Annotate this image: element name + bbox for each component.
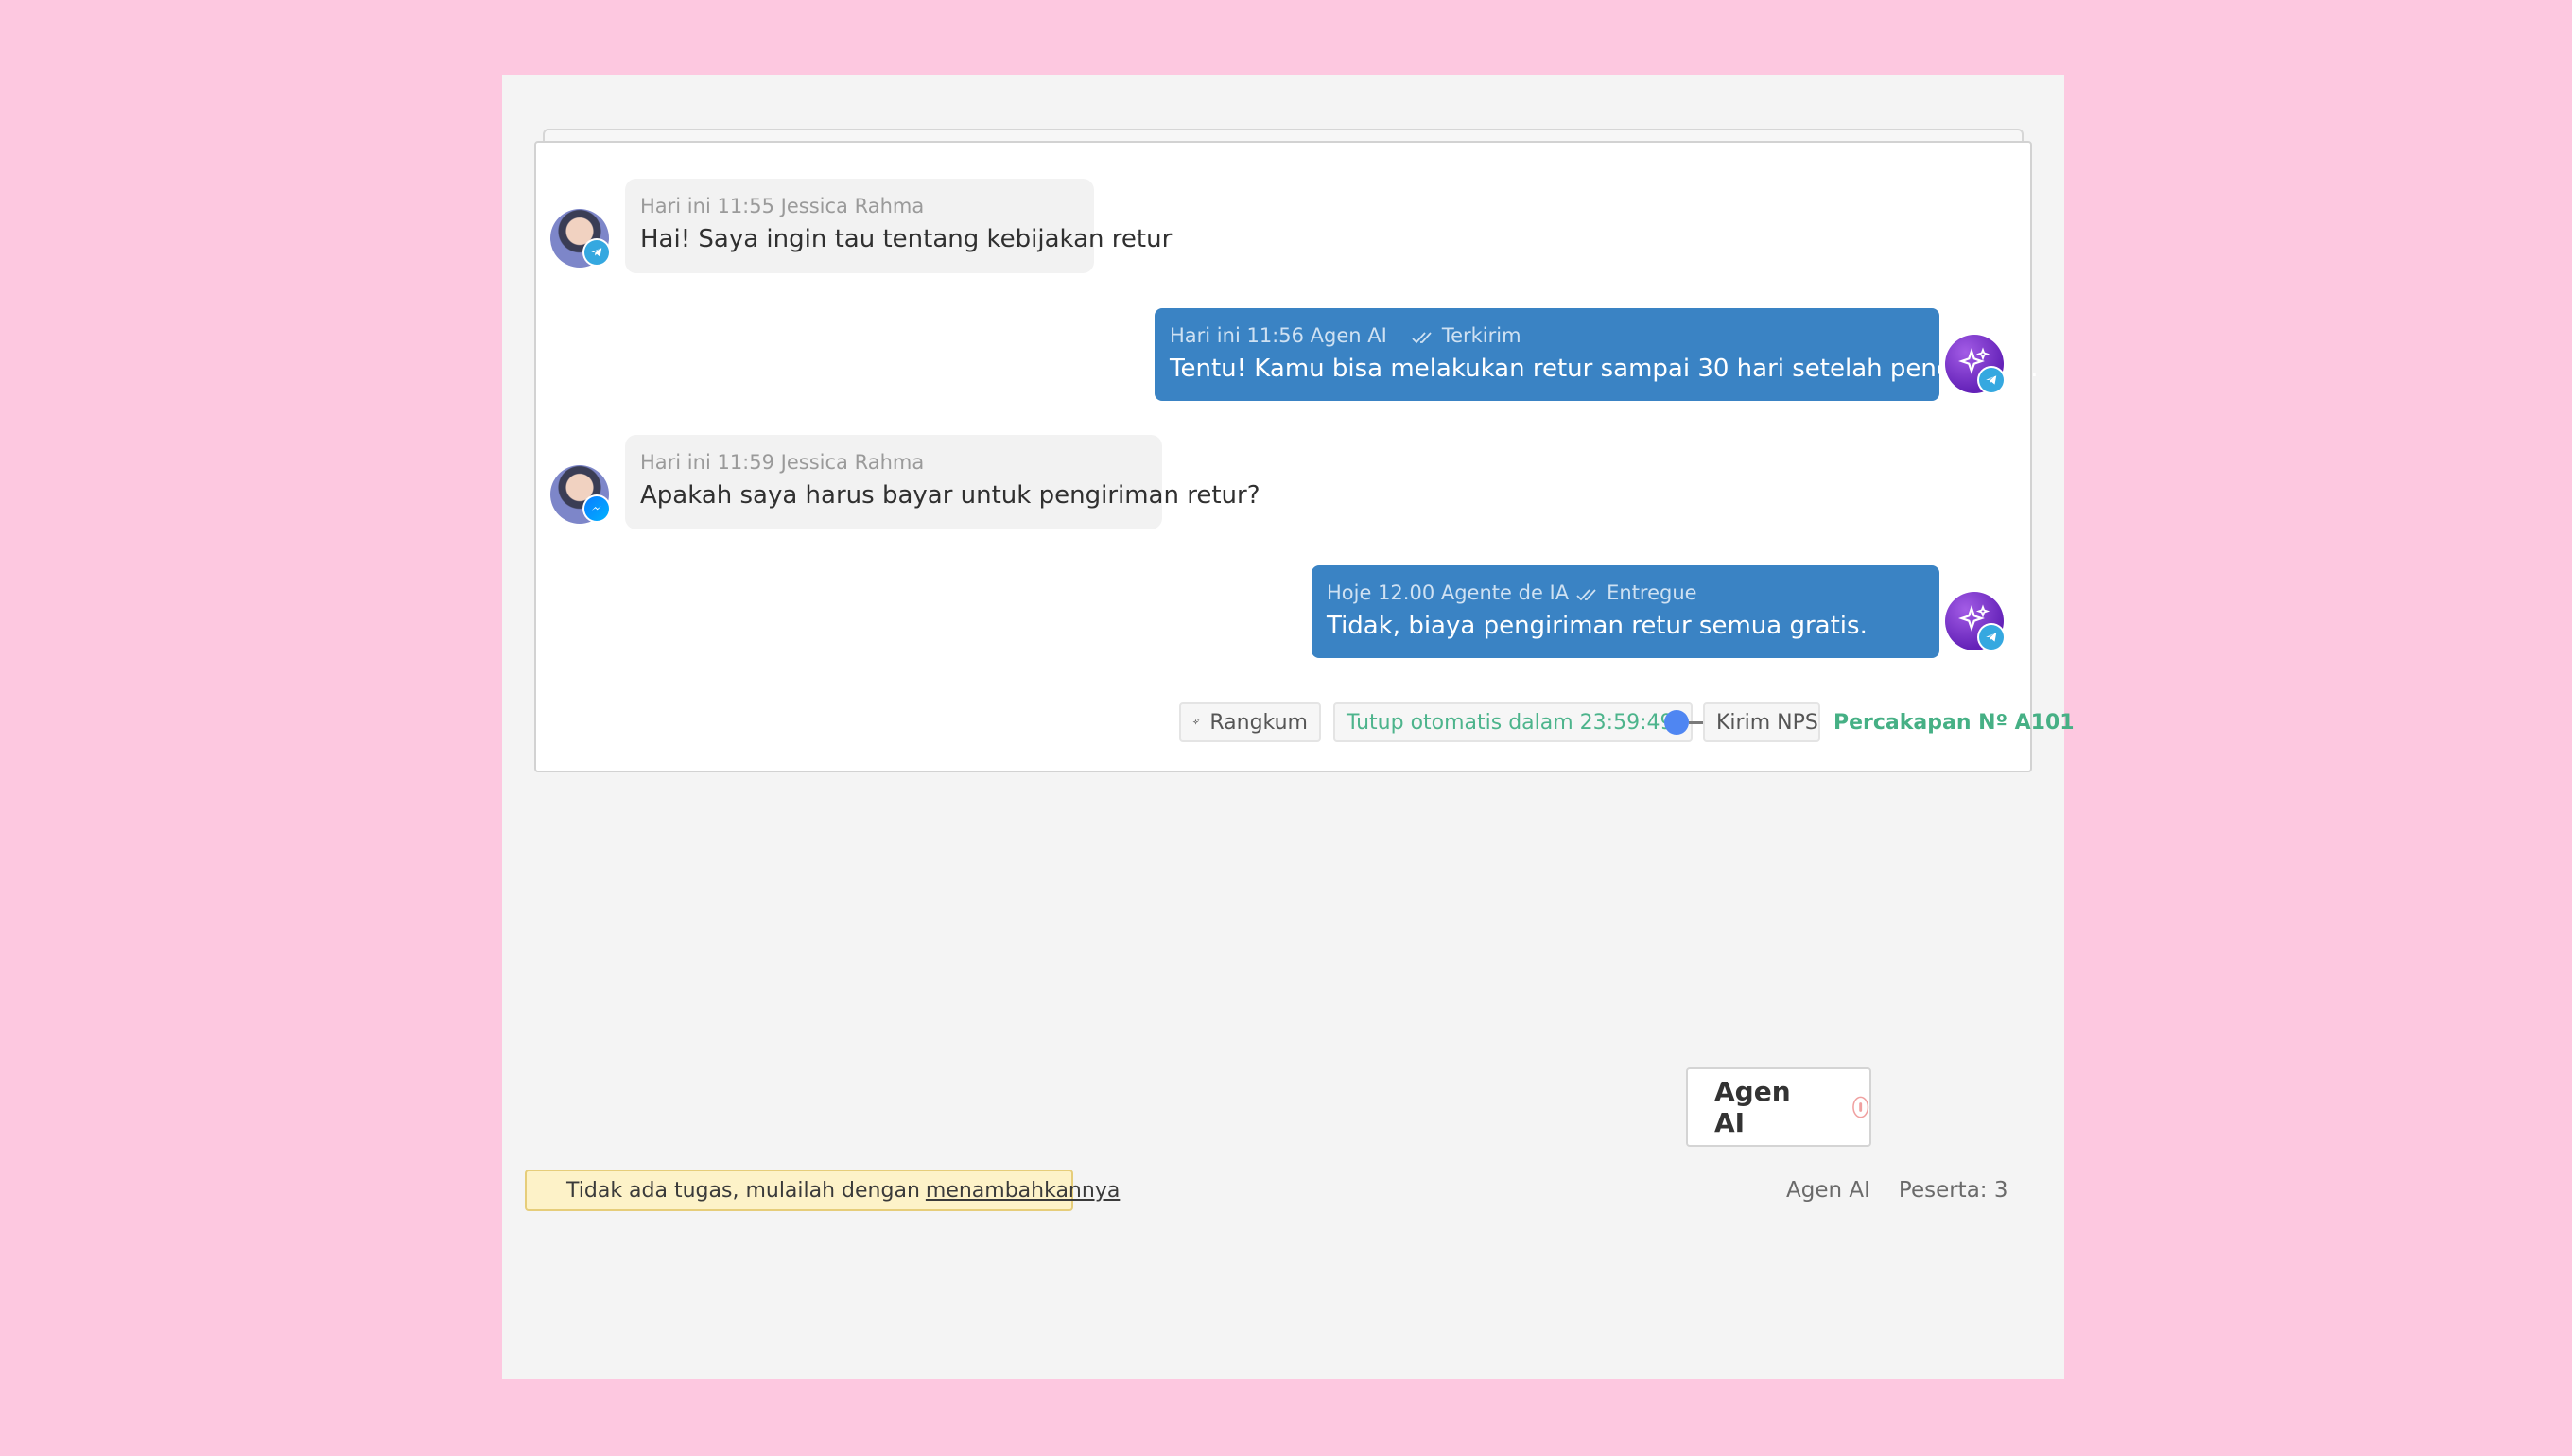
tasks-empty-notice: Tidak ada tugas, mulailah dengan menamba… [525, 1170, 1120, 1211]
message-meta: Hari ini 11:59 Jessica Rahma [640, 451, 925, 474]
double-check-icon [1412, 332, 1432, 344]
message-bubble: Hari ini 11:55 Jessica Rahma Hai! Saya i… [625, 179, 1173, 273]
message-meta-text: Hoje 12.00 Agente de IA [1327, 581, 1570, 604]
toggle-knob [1663, 710, 1689, 735]
message-bubble: Hari ini 11:59 Jessica Rahma Apakah saya… [625, 435, 1260, 529]
auto-close-label: Tutup otomatis dalam 23:59:49 [1347, 710, 1674, 735]
send-nps-label: Kirim NPS [1716, 710, 1818, 735]
message-meta: Hari ini 11:56 Agen AI Terkirim [1170, 323, 1924, 348]
message-text: Hai! Saya ingin tau tentang kebijakan re… [640, 225, 1173, 253]
summarize-button[interactable]: Rangkum [1179, 702, 1321, 742]
message-meta: Hoje 12.00 Agente de IA Entregue [1327, 581, 1924, 605]
add-task-link[interactable]: menambahkannya [926, 1179, 1120, 1203]
message-text: Tentu! Kamu bisa melakukan retur sampai … [1170, 355, 2039, 383]
auto-close-control: Tutup otomatis dalam 23:59:49 [1333, 702, 1721, 742]
send-nps-button[interactable]: Kirim NPS [1703, 702, 1820, 742]
chat-card: Hari ini 11:55 Jessica Rahma Hai! Saya i… [534, 141, 2075, 772]
message-bubble: Hari ini 11:56 Agen AI Terkirim Tentu! Ka… [1155, 308, 2039, 401]
conversation-id-text: Percakapan Nº A101 [1833, 710, 2075, 735]
delivery-status: Entregue [1576, 581, 1697, 605]
conversation-toolbar: Rangkum Tutup otomatis dalam 23:59:49 Ki… [536, 702, 2075, 742]
agent-chip-label: Agen AI [1714, 1076, 1791, 1138]
stacked-card-edge [543, 129, 2024, 142]
message-meta: Hari ini 11:55 Jessica Rahma [640, 195, 925, 217]
double-check-icon [1576, 589, 1596, 601]
message-text: Apakah saya harus bayar untuk pengiriman… [640, 481, 1260, 510]
message-bubble: Hoje 12.00 Agente de IA Entregue Tidak, b… [1312, 565, 1939, 658]
summarize-label: Rangkum [1209, 710, 1308, 735]
remove-agent-icon[interactable] [1851, 1095, 1869, 1119]
telegram-icon [1977, 366, 2006, 394]
assigned-agent-chip[interactable]: Agen AI [1686, 1067, 1871, 1147]
messenger-icon [582, 494, 611, 523]
footer-agent: Agen AI [1786, 1178, 1870, 1203]
telegram-icon [582, 238, 611, 267]
tasks-empty-text: Tidak ada tugas, mulailah dengan [566, 1178, 920, 1203]
conversation-id-link[interactable]: Percakapan Nº A101 [1833, 702, 2075, 742]
message-text: Tidak, biaya pengiriman retur semua grat… [1327, 612, 1868, 640]
sparkles-icon [1192, 719, 1200, 725]
telegram-icon [1977, 623, 2006, 651]
conversation-footer: Agen AI Peserta: 3 [1786, 1172, 2008, 1208]
participants-count[interactable]: Peserta: 3 [1899, 1178, 2008, 1203]
message-meta-text: Hari ini 11:56 Agen AI [1170, 324, 1387, 347]
delivery-status-text: Terkirim [1441, 324, 1521, 347]
delivery-status-text: Entregue [1607, 581, 1697, 604]
delivery-status: Terkirim [1412, 323, 1521, 348]
conversation-panel: Hari ini 11:55 Jessica Rahma Hai! Saya i… [502, 75, 2075, 1379]
